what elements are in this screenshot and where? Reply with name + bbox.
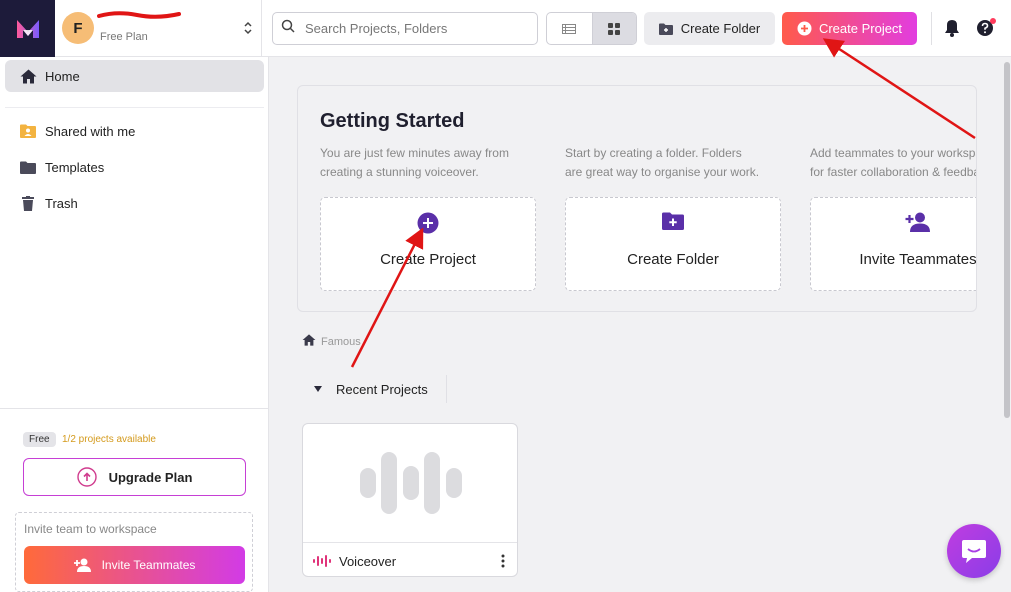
plan-badge: Free [23, 432, 56, 447]
breadcrumb-label: Famous [321, 335, 361, 348]
create-project-tile-label: Create Project [380, 251, 476, 268]
logo-icon [16, 19, 39, 38]
upgrade-plan-button[interactable]: Upgrade Plan [23, 458, 246, 496]
home-icon [302, 334, 316, 349]
trash-icon [19, 194, 37, 212]
recent-projects-label: Recent Projects [336, 381, 428, 397]
sidebar-item-label: Trash [45, 195, 78, 211]
workspace-switcher[interactable]: F Free Plan [55, 0, 262, 57]
project-name: Voiceover [339, 553, 397, 569]
sidebar-divider [5, 107, 264, 108]
caret-down-icon [314, 386, 322, 392]
grid-view-button[interactable] [591, 13, 636, 44]
workspace-name-redacted [97, 10, 181, 20]
create-project-description: You are just few minutes away from creat… [320, 146, 509, 179]
getting-started-card: Getting Started You are just few minutes… [297, 85, 977, 312]
search-input[interactable] [303, 20, 523, 37]
upgrade-plan-label: Upgrade Plan [108, 469, 193, 485]
breadcrumb[interactable]: Famous [302, 334, 361, 349]
sidebar-item-label: Home [45, 68, 80, 84]
search-icon [281, 19, 295, 38]
project-card[interactable]: Voiceover [302, 423, 518, 577]
workspace-plan: Free Plan [100, 31, 148, 43]
plan-status: 1/2 projects available [62, 434, 156, 445]
invite-description: Add teammates to your workspace for fast… [810, 146, 977, 179]
chat-button[interactable] [947, 524, 1001, 578]
create-folder-label: Create Folder [680, 21, 761, 36]
folder-plus-icon [566, 212, 780, 230]
waveform-icon [360, 452, 462, 514]
create-folder-button[interactable]: Create Folder [644, 12, 775, 45]
list-icon [562, 23, 577, 34]
notification-dot [990, 18, 996, 24]
top-bar: F Free Plan Create Folder Create Project [0, 0, 1011, 57]
invite-team-label: Invite team to workspace [24, 522, 157, 536]
sidebar-item-label: Templates [45, 159, 105, 175]
sidebar-item-home[interactable]: Home [5, 60, 264, 92]
create-folder-tile-label: Create Folder [627, 251, 719, 268]
app-logo[interactable] [0, 0, 55, 57]
bell-icon[interactable] [944, 19, 960, 37]
sidebar-item-templates[interactable]: Templates [5, 151, 264, 183]
user-plus-icon [811, 212, 976, 232]
plus-circle-icon [797, 21, 812, 36]
invite-teammates-tile-label: Invite Teammates [859, 251, 977, 268]
create-project-button[interactable]: Create Project [782, 12, 917, 45]
sidebar-item-shared[interactable]: Shared with me [5, 115, 264, 147]
folder-plus-icon [658, 23, 673, 35]
chevron-updown-icon[interactable] [243, 20, 253, 36]
folder-icon [19, 158, 37, 176]
list-view-button[interactable] [547, 13, 592, 44]
sidebar-item-trash[interactable]: Trash [5, 187, 264, 219]
invite-teammates-tile[interactable]: Invite Teammates [810, 197, 977, 291]
chat-icon [962, 540, 986, 563]
invite-teammates-label: Invite Teammates [101, 558, 196, 572]
getting-started-title: Getting Started [320, 110, 465, 132]
toolbar-divider [931, 12, 932, 45]
more-options-icon[interactable] [501, 554, 505, 568]
create-project-tile[interactable]: Create Project [320, 197, 536, 291]
project-footer: Voiceover [303, 544, 517, 576]
user-plus-icon [73, 558, 91, 572]
search-bar[interactable] [272, 12, 538, 45]
project-thumbnail [303, 424, 517, 543]
create-folder-description: Start by creating a folder. Folders are … [565, 146, 760, 179]
recent-projects-tab[interactable]: Recent Projects [302, 375, 447, 403]
shared-folder-icon [19, 122, 37, 140]
plus-circle-icon [321, 212, 535, 234]
view-toggle [546, 12, 637, 45]
sidebar-divider [0, 408, 269, 409]
invite-teammates-button[interactable]: Invite Teammates [24, 546, 245, 584]
grid-icon [608, 22, 621, 35]
scrollbar[interactable] [1004, 62, 1010, 418]
voiceover-icon [313, 555, 331, 567]
create-folder-tile[interactable]: Create Folder [565, 197, 781, 291]
avatar: F [62, 12, 94, 44]
sidebar-item-label: Shared with me [45, 123, 136, 139]
create-project-label: Create Project [818, 21, 903, 36]
upgrade-arrow-icon [76, 467, 97, 487]
home-icon [19, 67, 37, 85]
